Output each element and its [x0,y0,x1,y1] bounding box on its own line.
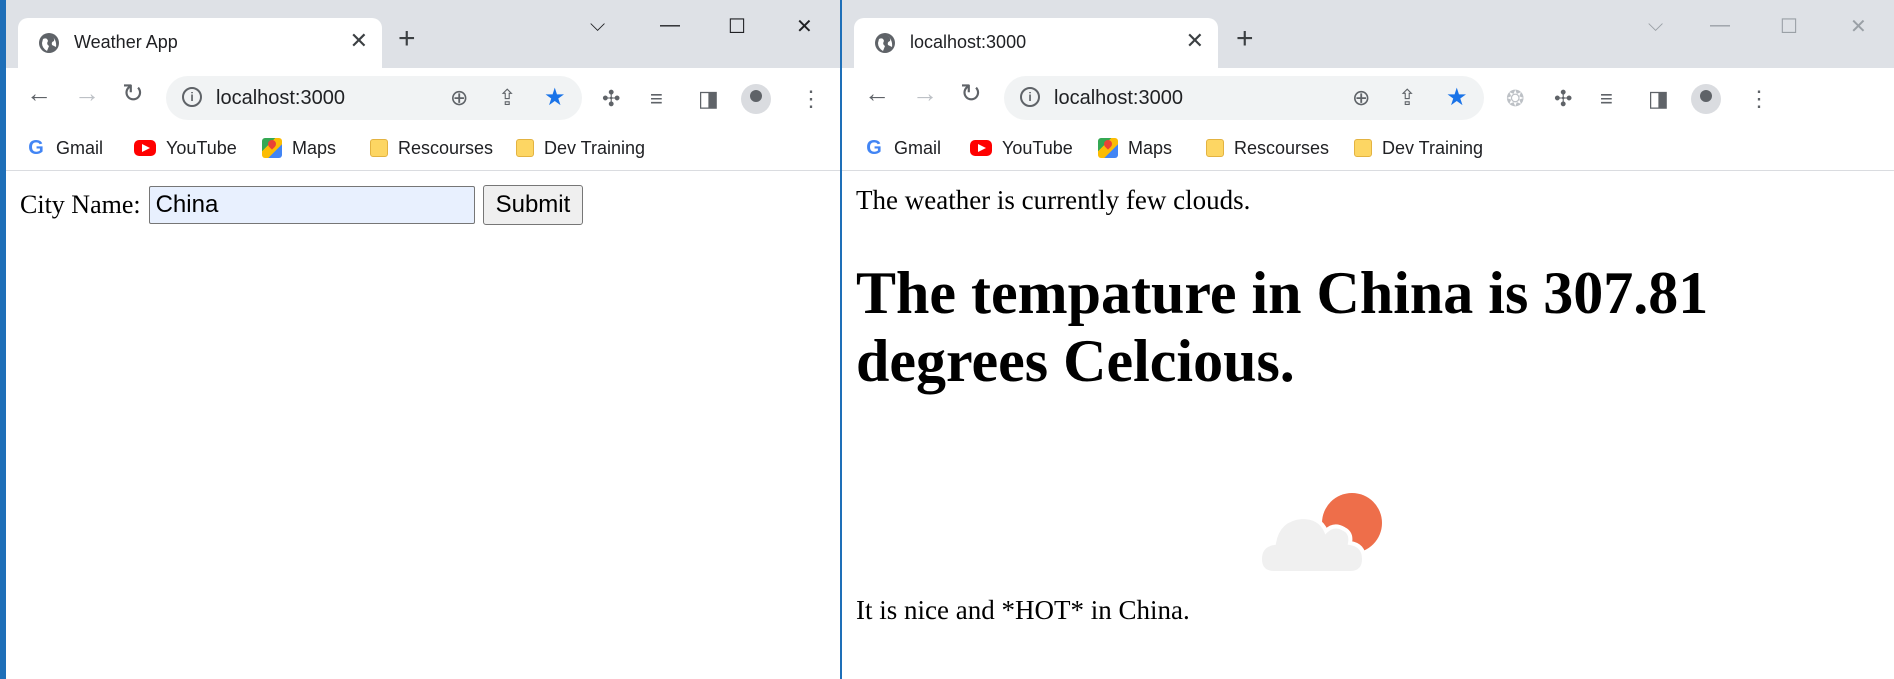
maps-icon [262,138,282,158]
temperature-heading: The tempature in China is 307.81 degrees… [856,260,1709,394]
site-info-icon[interactable]: i [182,87,202,107]
tab-weather-app[interactable]: Weather App ✕ [18,18,382,68]
bookmark-maps[interactable]: Maps [1098,135,1172,161]
extensions-icon[interactable]: ✣ [1554,86,1572,112]
toolbar: ← → ↻ i localhost:3000 ⊕ ⇪ ★ ✣ ≡ ◨ ⋮ [6,68,840,126]
few-clouds-icon [1260,493,1382,575]
forward-icon[interactable]: → [74,80,100,106]
menu-icon[interactable]: ⋮ [800,86,822,112]
site-info-icon[interactable]: i [1020,87,1040,107]
bookmarks-bar: G Gmail YouTube Maps Rescourses Dev Train… [6,126,840,171]
bookmark-rescourses[interactable]: Rescourses [370,135,493,161]
profile-avatar[interactable] [1691,84,1721,114]
globe-icon [39,33,59,53]
youtube-icon [970,140,992,156]
tab-close-icon[interactable]: ✕ [350,28,368,54]
toolbar: ← → ↻ i localhost:3000 ⊕ ⇪ ★ ❂ ✣ ≡ ◨ ⋮ [842,68,1894,126]
media-icon[interactable]: ≡ [650,86,663,112]
close-window-icon[interactable]: ✕ [796,14,813,39]
forward-icon[interactable]: → [912,80,938,106]
bookmark-maps[interactable]: Maps [262,135,336,161]
folder-icon [1354,139,1372,157]
heat-message: It is nice and *HOT* in China. [856,595,1190,625]
back-icon[interactable]: ← [26,80,52,106]
maximize-icon[interactable]: ☐ [1780,14,1798,39]
address-bar[interactable]: i localhost:3000 ⊕ ⇪ ★ [166,76,582,120]
address-bar[interactable]: i localhost:3000 ⊕ ⇪ ★ [1004,76,1484,120]
tab-close-icon[interactable]: ✕ [1186,28,1204,54]
extension-puzzle-disabled-icon[interactable]: ❂ [1506,86,1524,112]
close-window-icon[interactable]: ✕ [1850,14,1867,39]
back-icon[interactable]: ← [864,80,890,106]
new-tab-icon[interactable]: + [1236,24,1254,54]
media-icon[interactable]: ≡ [1600,86,1613,112]
submit-button[interactable]: Submit [482,185,584,225]
minimize-icon[interactable]: — [660,14,680,37]
youtube-icon [134,140,156,156]
side-panel-icon[interactable]: ◨ [698,86,719,112]
side-panel-icon[interactable]: ◨ [1648,86,1669,112]
tab-localhost[interactable]: localhost:3000 ✕ [854,18,1218,68]
bookmark-gmail[interactable]: G Gmail [864,135,941,161]
reload-icon[interactable]: ↻ [122,80,144,106]
bookmark-star-icon[interactable]: ★ [1446,83,1468,112]
maps-icon [1098,138,1118,158]
zoom-icon[interactable]: ⊕ [450,85,468,111]
city-name-input[interactable] [148,186,475,224]
share-icon[interactable]: ⇪ [498,85,516,111]
tab-search-chevron-icon[interactable]: ⌵ [590,14,605,37]
zoom-icon[interactable]: ⊕ [1352,85,1370,111]
new-tab-icon[interactable]: + [398,24,416,54]
bookmark-youtube[interactable]: YouTube [134,135,237,161]
bookmarks-bar: G Gmail YouTube Maps Rescourses Dev Train… [842,126,1894,171]
city-name-label: City Name: [20,190,141,219]
tab-title: localhost:3000 [910,32,1027,52]
browser-window-left: Weather App ✕ + ⌵ — ☐ ✕ ← → ↻ i localhos… [4,0,840,679]
city-form: City Name: Submit [20,185,584,225]
tab-strip: Weather App ✕ + ⌵ — ☐ ✕ [6,0,840,68]
tab-strip: localhost:3000 ✕ + ⌵ — ☐ ✕ [842,0,1894,68]
tab-title: Weather App [74,32,178,52]
bookmark-rescourses[interactable]: Rescourses [1206,135,1329,161]
bookmark-youtube[interactable]: YouTube [970,135,1073,161]
url-text: localhost:3000 [1054,87,1183,109]
url-text: localhost:3000 [216,87,345,109]
globe-icon [875,33,895,53]
menu-icon[interactable]: ⋮ [1748,86,1770,112]
minimize-icon[interactable]: — [1710,14,1730,37]
browser-window-right: localhost:3000 ✕ + ⌵ — ☐ ✕ ← → ↻ i local… [842,0,1894,679]
bookmark-dev-training[interactable]: Dev Training [1354,135,1483,161]
extensions-icon[interactable]: ✣ [602,86,620,112]
folder-icon [516,139,534,157]
bookmark-dev-training[interactable]: Dev Training [516,135,645,161]
reload-icon[interactable]: ↻ [960,80,982,106]
page-content: The weather is currently few clouds. The… [842,171,1894,679]
tab-search-chevron-icon[interactable]: ⌵ [1648,14,1663,37]
bookmark-gmail[interactable]: G Gmail [26,135,103,161]
weather-description: The weather is currently few clouds. [856,185,1251,215]
share-icon[interactable]: ⇪ [1398,85,1416,111]
maximize-icon[interactable]: ☐ [728,14,746,39]
google-icon: G [28,137,44,159]
folder-icon [370,139,388,157]
folder-icon [1206,139,1224,157]
google-icon: G [866,137,882,159]
page-content: City Name: Submit [6,171,840,679]
profile-avatar[interactable] [741,84,771,114]
bookmark-star-icon[interactable]: ★ [544,83,566,112]
